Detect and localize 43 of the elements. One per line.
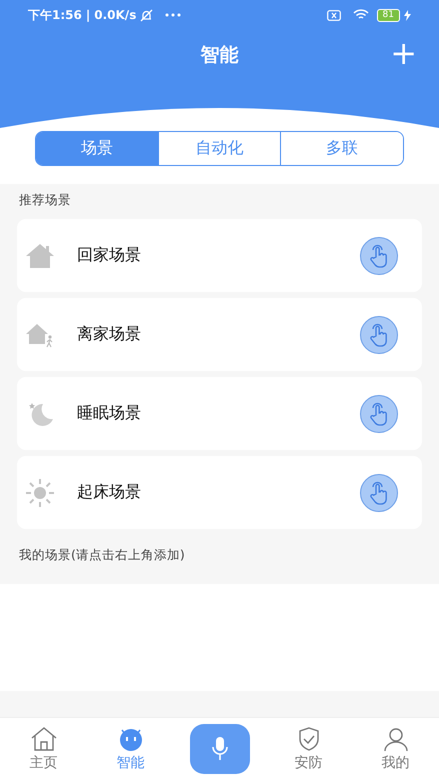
- charging-icon: [404, 10, 411, 20]
- nav-tab[interactable]: 主页: [16, 726, 72, 772]
- scene-card[interactable]: 睡眠场景: [17, 377, 422, 450]
- section-title: 我的场景(请点击右上角添加): [19, 547, 186, 564]
- status-separator: |: [86, 8, 90, 22]
- page-title: 智能: [200, 43, 238, 68]
- scene-card[interactable]: 离家场景: [17, 298, 422, 371]
- house-walker-icon: [25, 322, 55, 348]
- nav-tab[interactable]: 我的: [368, 726, 424, 772]
- tap-button[interactable]: [360, 474, 398, 512]
- segment-tab[interactable]: 场景: [36, 132, 158, 165]
- microphone-icon: [210, 736, 228, 762]
- bell-off-icon: [140, 8, 154, 22]
- hand-tap-icon: [368, 244, 390, 268]
- house-icon: [30, 726, 58, 752]
- status-time: 下午1:56: [28, 6, 82, 24]
- sun-icon: [25, 478, 55, 508]
- hand-tap-icon: [368, 480, 390, 504]
- scene-name: 起床场景: [77, 482, 142, 503]
- segment-tab[interactable]: 自动化: [158, 132, 280, 165]
- scene-name: 回家场景: [77, 245, 142, 266]
- segment-tab[interactable]: 多联: [280, 132, 403, 165]
- section-title: 推荐场景: [19, 192, 72, 209]
- sim-icon: [326, 10, 341, 20]
- network-speed: 0.0K/s: [94, 8, 136, 22]
- tap-button[interactable]: [360, 394, 398, 432]
- house-icon: [25, 242, 55, 268]
- add-button[interactable]: +: [386, 36, 421, 70]
- tap-button[interactable]: [360, 316, 398, 354]
- wifi-icon: [352, 9, 369, 21]
- user-icon: [382, 726, 410, 752]
- battery-level: 81: [376, 8, 400, 22]
- scene-name: 睡眠场景: [77, 403, 142, 424]
- scene-name: 离家场景: [77, 324, 142, 345]
- scene-card[interactable]: 回家场景: [17, 219, 422, 292]
- tap-button[interactable]: [360, 236, 398, 274]
- voice-button[interactable]: [190, 724, 250, 774]
- nav-tab[interactable]: 安防: [280, 726, 336, 772]
- hand-tap-icon: [368, 322, 390, 346]
- scene-card[interactable]: 起床场景: [17, 456, 422, 529]
- hand-tap-icon: [368, 402, 390, 426]
- nav-tab[interactable]: 智能: [102, 726, 158, 772]
- more-icon: [165, 13, 182, 17]
